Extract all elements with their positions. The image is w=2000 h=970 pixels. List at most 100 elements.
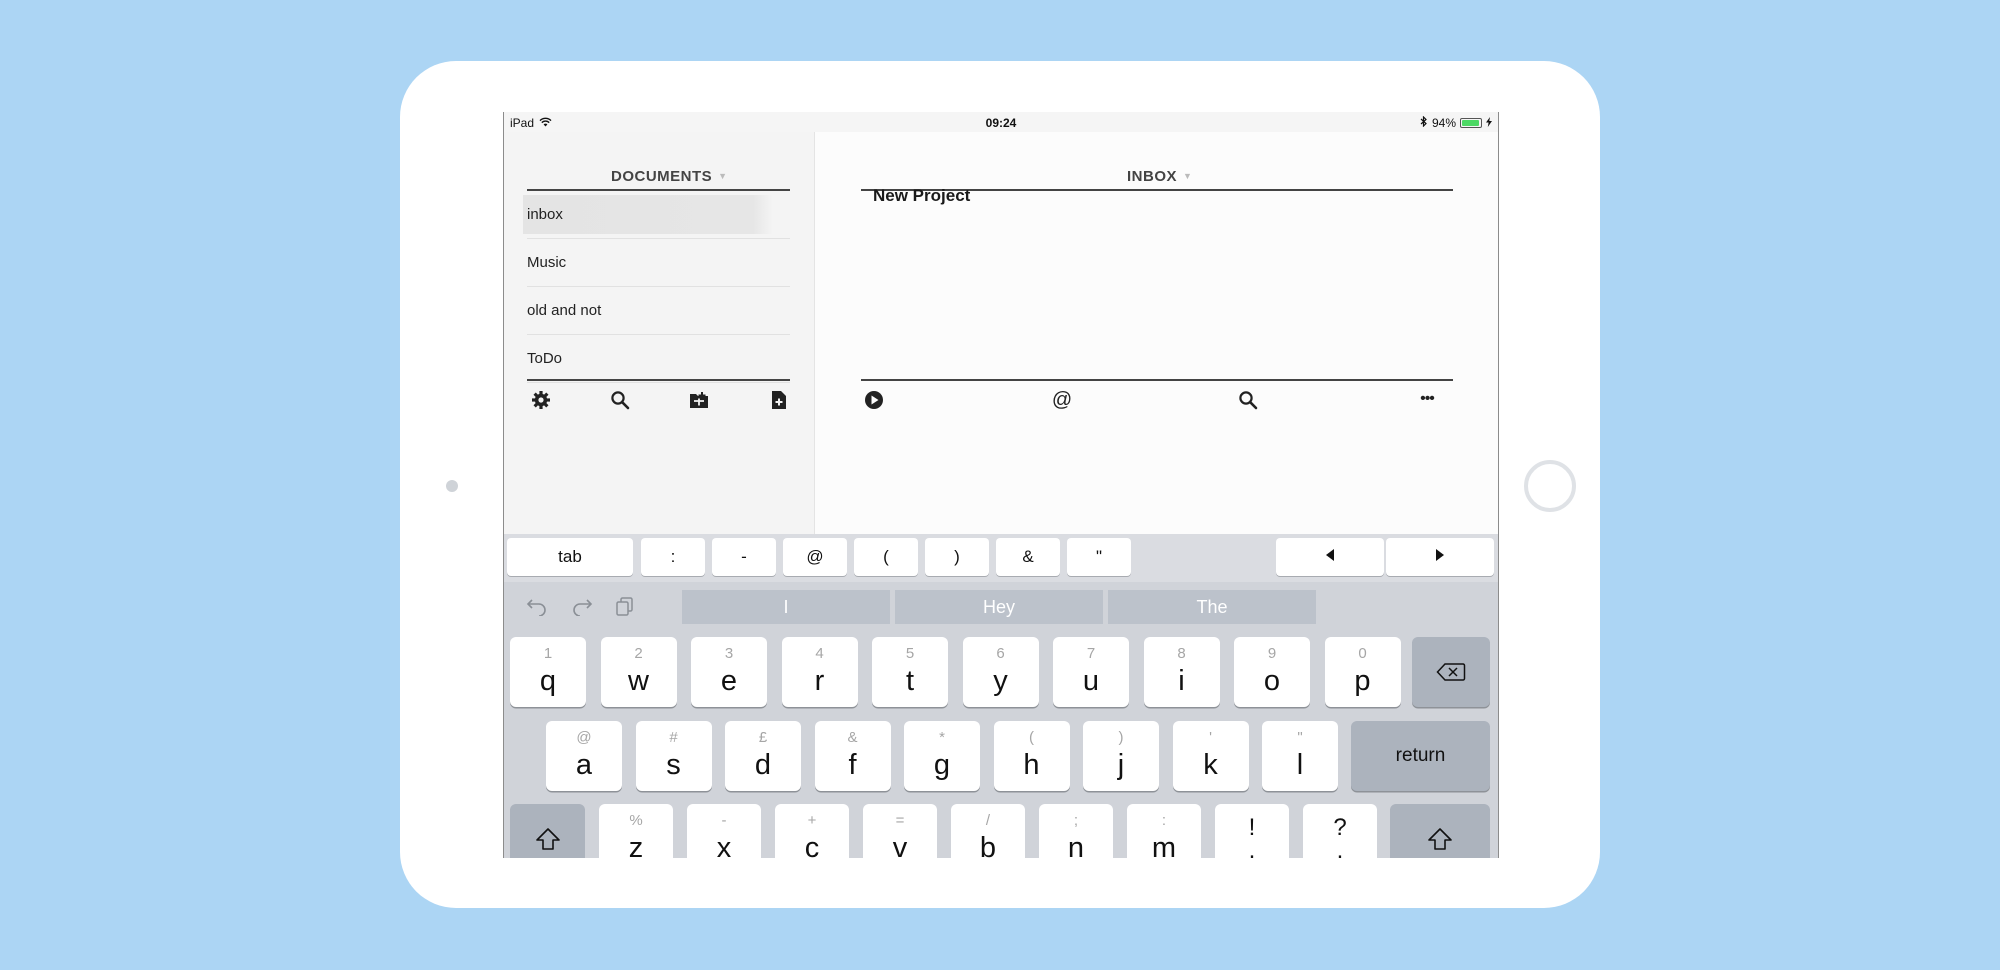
colon-key[interactable]: : <box>641 538 705 576</box>
key-letter: g <box>933 749 951 781</box>
project-title[interactable]: New Project <box>873 186 970 206</box>
right-shift-key[interactable] <box>1390 804 1490 858</box>
key-letter: s <box>666 749 681 781</box>
key-hint: ) <box>1118 729 1124 746</box>
key-hint: : <box>1161 812 1167 829</box>
suggestion-2[interactable]: Hey <box>895 590 1103 624</box>
bluetooth-icon <box>1420 115 1428 130</box>
more-icon[interactable]: ••• <box>1414 386 1440 412</box>
document-list-item[interactable]: old and not <box>527 287 790 335</box>
key-hint: - <box>721 812 727 829</box>
key-r[interactable]: 4r <box>781 637 858 707</box>
key-hint: # <box>669 729 678 746</box>
key-l[interactable]: " l <box>1262 721 1338 791</box>
key-g[interactable]: * g <box>904 721 980 791</box>
return-label: return <box>1395 745 1446 766</box>
key-o[interactable]: 9o <box>1234 637 1310 707</box>
return-key[interactable]: return <box>1351 721 1490 791</box>
key-i[interactable]: 8i <box>1143 637 1220 707</box>
document-name: inbox <box>527 206 563 223</box>
key-x[interactable]: -x <box>687 804 761 858</box>
redo-icon[interactable] <box>571 596 593 621</box>
inbox-title: INBOX <box>1127 168 1178 185</box>
key-p[interactable]: 0p <box>1324 637 1401 707</box>
key-hint: 7 <box>1086 645 1096 662</box>
cursor-right-key[interactable] <box>1386 538 1494 576</box>
folder-add-icon[interactable] <box>686 387 712 413</box>
key-bottom-char: . <box>1336 837 1344 858</box>
suggestion-1[interactable]: I <box>682 590 890 624</box>
key-w[interactable]: 2w <box>600 637 677 707</box>
key-bottom-char: , <box>1248 837 1256 858</box>
undo-icon[interactable] <box>526 596 548 621</box>
at-sign-icon[interactable]: @ <box>1049 387 1075 413</box>
paste-icon[interactable] <box>615 596 635 621</box>
gear-icon[interactable] <box>528 387 554 413</box>
key-k[interactable]: ' k <box>1172 721 1249 791</box>
play-icon[interactable] <box>861 387 887 413</box>
key-b[interactable]: / b <box>951 804 1025 858</box>
battery-percent: 94% <box>1431 116 1456 130</box>
key-n[interactable]: ; n <box>1039 804 1113 858</box>
ampersand-key[interactable]: & <box>996 538 1060 576</box>
cursor-left-key[interactable] <box>1276 538 1384 576</box>
at-key[interactable]: @ <box>783 538 847 576</box>
key-letter: m <box>1151 832 1177 858</box>
key-m[interactable]: :m <box>1127 804 1201 858</box>
front-camera <box>446 480 458 492</box>
arrow-right-icon <box>1434 547 1446 567</box>
documents-header[interactable]: DOCUMENTS ▼ <box>611 168 728 185</box>
key-letter: y <box>993 665 1008 697</box>
key-s[interactable]: # s <box>635 721 712 791</box>
key-v[interactable]: = v <box>863 804 937 858</box>
exclamation-comma-key[interactable]: !, <box>1215 804 1289 858</box>
key-t[interactable]: 5t <box>872 637 948 707</box>
key-hint: + <box>807 812 817 829</box>
suggestion-3[interactable]: The <box>1108 590 1316 624</box>
document-list-item[interactable]: inbox <box>523 191 790 239</box>
new-document-icon[interactable] <box>766 387 792 413</box>
key-letter: d <box>754 749 772 781</box>
hyphen-key[interactable]: - <box>712 538 776 576</box>
search-icon[interactable] <box>1235 387 1261 413</box>
key-hint: ' <box>1209 729 1212 746</box>
left-shift-key[interactable] <box>510 804 585 858</box>
tab-key[interactable]: tab <box>507 538 633 576</box>
key-q[interactable]: 1q <box>510 637 586 707</box>
key-d[interactable]: £ d <box>725 721 801 791</box>
key-h[interactable]: (h <box>993 721 1070 791</box>
shift-icon <box>1390 804 1490 858</box>
close-paren-key[interactable]: ) <box>925 538 989 576</box>
document-list-item[interactable]: Music <box>527 239 790 287</box>
open-paren-key[interactable]: ( <box>854 538 918 576</box>
key-letter: q <box>539 665 557 697</box>
key-hint: 5 <box>905 645 915 662</box>
key-letter: r <box>814 665 825 697</box>
app-area: DOCUMENTS ▼ inbox Music old and not ToDo INB… <box>504 132 1498 534</box>
key-letter: e <box>720 665 738 697</box>
key-hint: & <box>847 729 858 746</box>
question-period-key[interactable]: ?. <box>1303 804 1377 858</box>
key-z[interactable]: % z <box>599 804 673 858</box>
key-y[interactable]: 6y <box>962 637 1039 707</box>
status-time: 09:24 <box>985 116 1017 130</box>
document-list-item[interactable]: ToDo <box>527 335 790 383</box>
key-e[interactable]: 3e <box>691 637 767 707</box>
key-u[interactable]: 7u <box>1053 637 1129 707</box>
key-hint: 4 <box>815 645 824 662</box>
inbox-panel: INBOX▼ + New Project @ ••• <box>814 132 1498 534</box>
shift-icon <box>510 804 585 858</box>
key-letter: u <box>1082 665 1100 697</box>
backspace-key[interactable] <box>1412 637 1490 707</box>
key-j[interactable]: ) j <box>1083 721 1159 791</box>
key-a[interactable]: @ a <box>546 721 622 791</box>
document-name: ToDo <box>527 350 563 367</box>
key-c[interactable]: + c <box>775 804 849 858</box>
search-icon[interactable] <box>607 387 633 413</box>
key-letter: f <box>848 749 857 781</box>
home-button[interactable] <box>1524 460 1576 512</box>
key-hint: ; <box>1073 812 1079 829</box>
quote-key[interactable]: " <box>1067 538 1131 576</box>
inbox-header[interactable]: INBOX ▼ <box>1127 168 1192 185</box>
key-f[interactable]: & f <box>814 721 891 791</box>
